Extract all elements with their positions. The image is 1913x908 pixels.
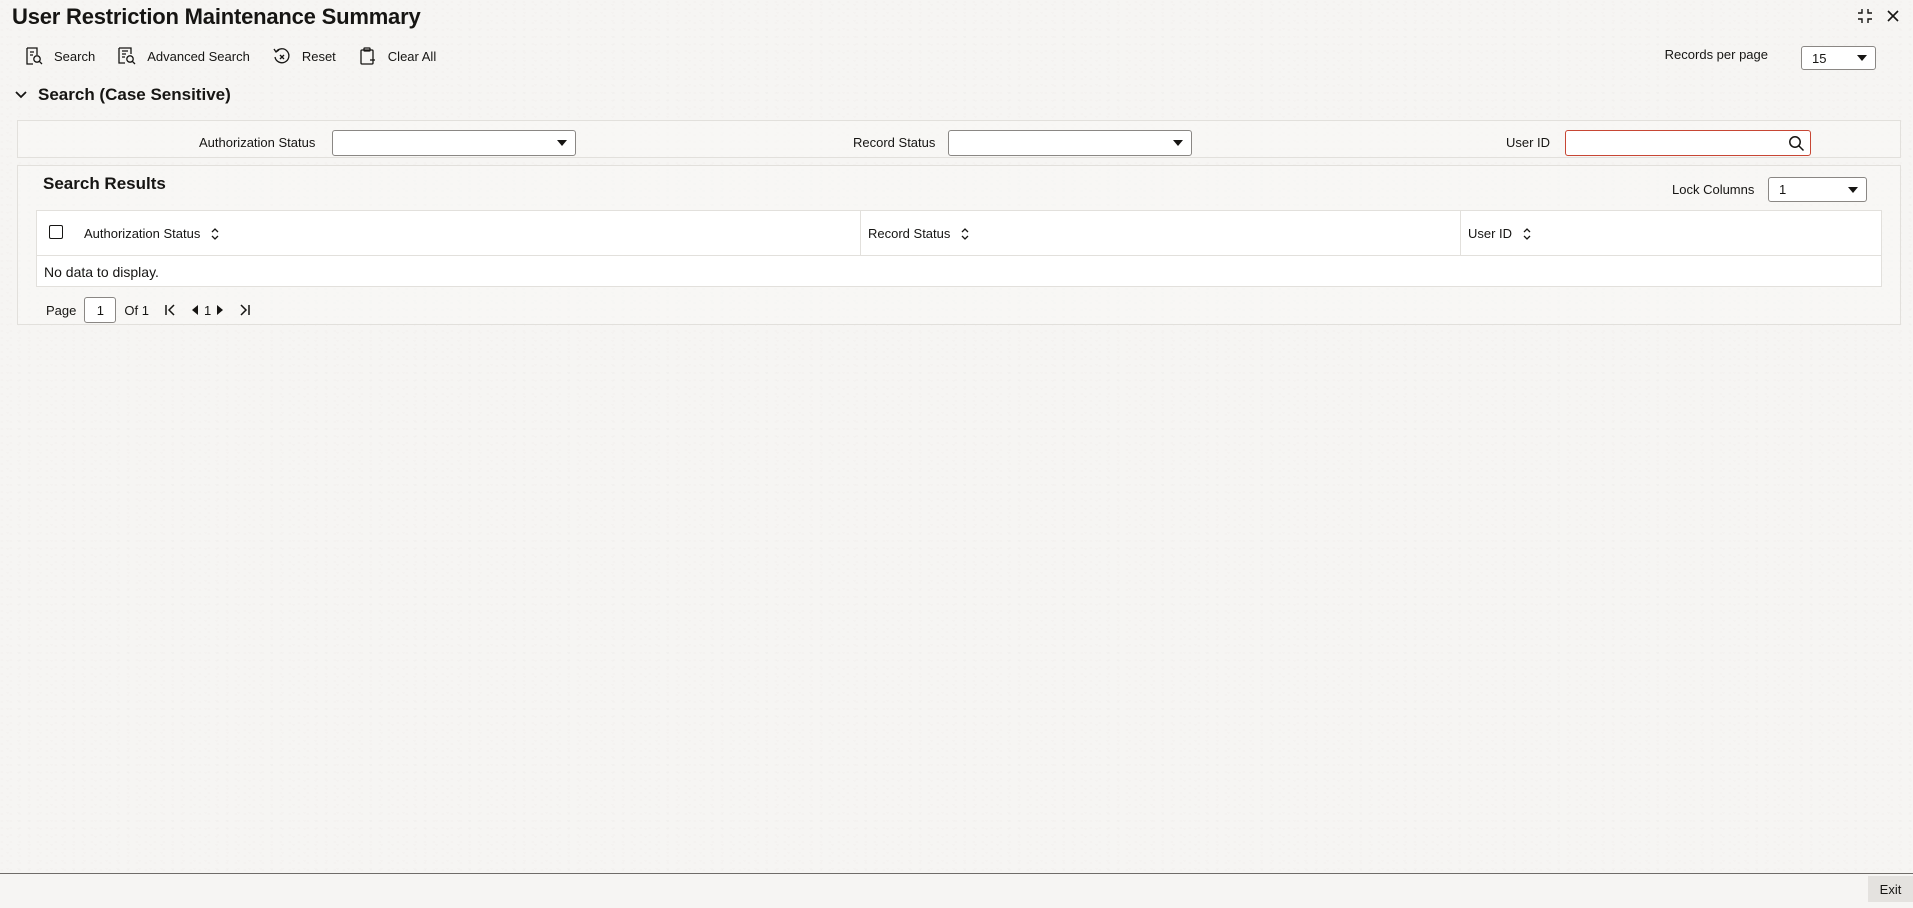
chevron-down-icon [1848, 186, 1858, 193]
search-button-label: Search [54, 48, 96, 64]
page-title: User Restriction Maintenance Summary [12, 4, 421, 29]
select-all-checkbox[interactable] [49, 225, 63, 239]
previous-page-icon[interactable] [191, 305, 199, 315]
lock-columns-value: 1 [1779, 182, 1787, 197]
chevron-down-icon [1173, 140, 1183, 146]
advanced-search-button-label: Advanced Search [147, 48, 250, 64]
first-page-icon[interactable] [164, 304, 178, 316]
column-header-label: Record Status [868, 226, 951, 241]
sort-icon [211, 227, 219, 240]
record-status-label: Record Status [853, 135, 936, 150]
reset-button-label: Reset [301, 48, 336, 64]
column-header-user-id[interactable]: User ID [1460, 211, 1880, 256]
user-id-input[interactable] [1565, 130, 1811, 156]
search-doc-icon [26, 47, 43, 65]
reset-icon [273, 48, 290, 64]
column-header-label: Authorization Status [84, 226, 201, 241]
clipboard-icon [360, 47, 375, 65]
window-controls [1855, 6, 1903, 26]
pagination: Page 1 Of 1 1 [46, 297, 251, 323]
sort-icon [1523, 227, 1531, 240]
records-per-page-select[interactable]: 15 [1801, 46, 1876, 70]
chevron-down-icon [1857, 55, 1867, 61]
exit-button[interactable]: Exit [1868, 876, 1913, 902]
records-per-page-value: 15 [1812, 50, 1827, 66]
search-section-toggle[interactable]: Search (Case Sensitive) [14, 85, 231, 105]
user-id-label: User ID [1506, 135, 1551, 150]
close-icon[interactable] [1883, 6, 1903, 26]
sort-icon [961, 227, 969, 240]
search-results-title: Search Results [43, 174, 166, 193]
last-page-icon[interactable] [237, 304, 251, 316]
authorization-status-select[interactable] [332, 130, 576, 156]
advanced-search-icon [118, 47, 136, 65]
current-page-indicator: 1 [203, 302, 212, 318]
chevron-down-icon [557, 140, 567, 146]
toolbar: Search Advanced Search Reset Clear All [24, 46, 458, 66]
column-header-label: User ID [1468, 226, 1513, 241]
search-section-title: Search (Case Sensitive) [38, 85, 231, 104]
page-of-label: Of 1 [124, 302, 149, 318]
page-number-input[interactable]: 1 [84, 297, 117, 323]
page-label: Page [46, 302, 77, 318]
footer-bar: Exit [0, 873, 1913, 908]
chevron-down-icon [15, 91, 27, 99]
empty-table-message: No data to display. [44, 264, 159, 280]
page: User Restriction Maintenance Summary Sea… [0, 0, 1913, 908]
advanced-search-button[interactable]: Advanced Search [117, 46, 250, 66]
lock-columns-select[interactable]: 1 [1768, 177, 1867, 202]
clear-all-button-label: Clear All [387, 48, 437, 64]
page-number-value: 1 [96, 302, 104, 318]
search-button[interactable]: Search [24, 46, 95, 66]
next-page-icon[interactable] [216, 305, 224, 315]
column-header-record-status[interactable]: Record Status [860, 211, 1460, 256]
records-per-page-label: Records per page [1664, 47, 1768, 62]
lock-columns-label: Lock Columns [1672, 182, 1755, 197]
table-header: Authorization Status Record Status User … [37, 211, 1881, 256]
column-header-authorization-status[interactable]: Authorization Status [76, 211, 896, 256]
reset-button[interactable]: Reset [272, 46, 336, 66]
collapse-icon[interactable] [1855, 6, 1875, 26]
results-table: Authorization Status Record Status User … [36, 210, 1882, 287]
record-status-select[interactable] [948, 130, 1192, 156]
authorization-status-label: Authorization Status [199, 135, 316, 150]
search-icon[interactable] [1788, 135, 1805, 152]
clear-all-button[interactable]: Clear All [358, 46, 436, 66]
